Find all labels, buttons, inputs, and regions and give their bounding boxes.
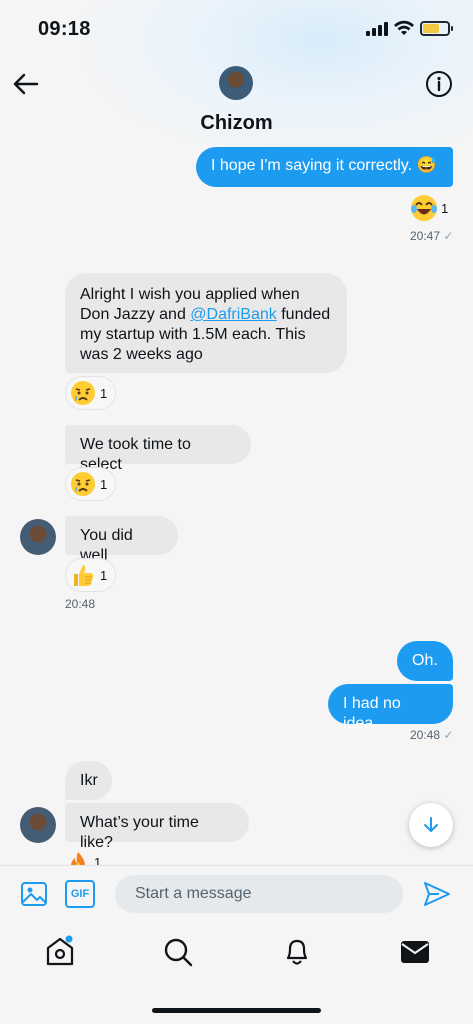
incoming-message[interactable]: Alright I wish you applied when Don Jazz… [65, 273, 347, 373]
sent-check-icon: ✓ [443, 728, 454, 742]
reaction-pill[interactable]: 1 [65, 467, 116, 501]
laughing-emoji-icon[interactable] [410, 194, 438, 222]
outgoing-message[interactable]: Oh. [397, 641, 453, 681]
arrow-left-icon [13, 73, 39, 95]
timestamp-text: 20:47 [410, 229, 441, 243]
message-timestamp: 20:48 ✓ [410, 728, 453, 742]
image-button[interactable] [20, 880, 48, 908]
send-icon [424, 882, 450, 906]
back-button[interactable] [10, 68, 42, 100]
wifi-icon [393, 19, 415, 37]
reaction-count: 1 [100, 385, 108, 401]
info-icon [426, 71, 452, 97]
reaction-count: 1 [94, 855, 102, 865]
home-indicator [152, 1008, 321, 1013]
signal-icon [366, 22, 388, 36]
reaction-pill-partial[interactable]: 1 [65, 850, 125, 865]
envelope-icon [401, 941, 429, 963]
outgoing-message[interactable]: I hope I'm saying it correctly. 😅 [196, 147, 453, 187]
reaction-count: 1 [441, 201, 449, 216]
contact-avatar[interactable] [219, 66, 253, 100]
timestamp-text: 20:48 [410, 728, 441, 742]
outgoing-message[interactable]: I had no idea. [328, 684, 453, 732]
status-time: 09:18 [38, 18, 91, 40]
incoming-message[interactable]: We took time to select [65, 425, 251, 473]
mention-link[interactable]: @DafriBank [190, 306, 277, 323]
sender-avatar[interactable] [20, 519, 56, 555]
tab-home[interactable] [44, 934, 76, 968]
bell-icon [286, 939, 308, 965]
send-button[interactable] [422, 879, 452, 909]
incoming-message[interactable]: Ikr [65, 761, 112, 800]
reaction-count: 1 [100, 476, 108, 492]
crying-emoji-icon [71, 472, 95, 496]
incoming-message[interactable]: What’s your time like? [65, 803, 249, 851]
reaction-count: 1 [100, 567, 108, 583]
arrow-down-icon [424, 817, 438, 832]
thumbs-up-emoji-icon [74, 565, 94, 586]
info-button[interactable] [423, 68, 455, 100]
tab-search[interactable] [162, 936, 194, 968]
tab-notifications[interactable] [281, 936, 313, 968]
reaction-pill[interactable]: 1 [65, 376, 116, 410]
message-input[interactable]: Start a message [115, 875, 403, 913]
fire-emoji-icon [71, 852, 85, 865]
sender-avatar[interactable] [20, 807, 56, 843]
image-icon [21, 882, 47, 906]
battery-icon [420, 21, 453, 36]
reaction-pill[interactable]: 1 [65, 558, 116, 592]
tab-messages[interactable] [399, 938, 431, 966]
message-timestamp: 20:48 [65, 597, 96, 611]
gif-button[interactable]: GIF [65, 880, 95, 908]
incoming-message[interactable]: You did well [65, 516, 178, 564]
contact-name[interactable]: Chizom [0, 112, 473, 135]
search-icon [164, 938, 193, 967]
sent-check-icon: ✓ [443, 229, 454, 243]
scroll-to-bottom-button[interactable] [409, 803, 453, 847]
home-icon [46, 935, 74, 966]
message-timestamp: 20:47 ✓ [410, 229, 453, 243]
crying-emoji-icon [71, 381, 95, 405]
